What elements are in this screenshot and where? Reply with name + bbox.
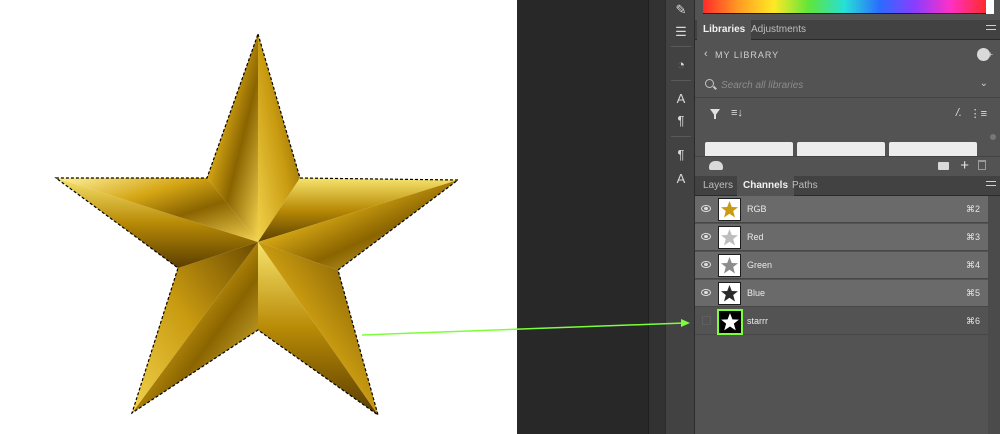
- library-thumbnails: [705, 138, 988, 156]
- channel-name: Red: [747, 232, 764, 242]
- library-search: ⌄: [695, 72, 1000, 98]
- search-icon: [705, 79, 714, 88]
- panel-menu-icon[interactable]: [986, 25, 996, 35]
- library-title[interactable]: MY LIBRARY: [715, 50, 779, 60]
- chevron-down-icon[interactable]: ⌄: [980, 78, 988, 89]
- panel-menu-icon[interactable]: [986, 181, 996, 191]
- channels-tabbar: Layers Channels Paths: [695, 176, 1000, 196]
- divider: [671, 80, 691, 81]
- channel-shortcut: ⌘6: [965, 316, 980, 326]
- panel-icon-strip: ✎ ☰ ◔ A ¶ ¶ A: [665, 0, 695, 434]
- gold-star-image: [54, 32, 460, 417]
- workspace-gutter: [517, 0, 665, 434]
- channel-shortcut: ⌘5: [965, 288, 980, 298]
- channel-thumbnail: [717, 309, 743, 335]
- history-icon[interactable]: ◔: [669, 55, 693, 75]
- channel-name: starrr: [747, 316, 768, 326]
- tab-libraries[interactable]: Libraries: [697, 20, 752, 40]
- right-panels: Libraries Adjustments ‹ MY LIBRARY ⌄ ≡↓ …: [695, 0, 1000, 434]
- channel-shortcut: ⌘4: [965, 260, 980, 270]
- edit-icon[interactable]: /.: [956, 107, 962, 119]
- channel-row-red[interactable]: Red ⌘3: [695, 224, 988, 251]
- trash-icon[interactable]: [978, 160, 986, 170]
- add-icon[interactable]: +: [960, 157, 969, 174]
- library-asset[interactable]: [705, 142, 793, 156]
- channel-thumbnail: [718, 254, 741, 277]
- back-chevron-icon[interactable]: ‹: [704, 48, 708, 60]
- panel-collapse-strip[interactable]: [648, 0, 665, 434]
- add-user-icon[interactable]: [977, 48, 993, 61]
- channels-list: RGB ⌘2 Red ⌘3 Green ⌘4 Blue ⌘5 starrr ⌘6: [695, 196, 1000, 434]
- character-style-icon[interactable]: A: [669, 169, 693, 189]
- color-swatch-white[interactable]: [986, 0, 994, 14]
- library-footer: +: [695, 156, 1000, 176]
- filter-icon[interactable]: [710, 109, 720, 119]
- photoshop-window: ✎ ☰ ◔ A ¶ ¶ A Libraries Adjustments ‹ MY…: [0, 0, 1000, 434]
- visibility-toggle[interactable]: [702, 316, 711, 325]
- eye-icon[interactable]: [701, 205, 711, 212]
- channel-name: Green: [747, 260, 773, 270]
- folder-icon[interactable]: [938, 162, 949, 170]
- brush-icon[interactable]: ✎: [669, 0, 693, 20]
- cloud-icon: [709, 161, 723, 170]
- library-asset[interactable]: [889, 142, 977, 156]
- type-icon[interactable]: A: [669, 89, 693, 109]
- channel-thumbnail: [718, 226, 741, 249]
- divider: [671, 46, 691, 47]
- library-toolbar: ≡↓ /. ⋮≡: [695, 100, 1000, 130]
- tab-adjustments[interactable]: Adjustments: [745, 20, 812, 40]
- channel-thumbnail: [718, 282, 741, 305]
- search-input[interactable]: [721, 77, 961, 93]
- divider: [671, 136, 691, 137]
- channel-name: RGB: [747, 204, 767, 214]
- panel-scrollbar[interactable]: [988, 196, 1000, 434]
- library-header: ‹ MY LIBRARY: [695, 42, 1000, 68]
- eye-icon[interactable]: [701, 289, 711, 296]
- tab-layers[interactable]: Layers: [697, 176, 739, 196]
- paragraph-icon[interactable]: ¶: [669, 111, 693, 131]
- tab-paths[interactable]: Paths: [786, 176, 824, 196]
- scrollbar-thumb[interactable]: [990, 134, 996, 140]
- library-asset[interactable]: [797, 142, 885, 156]
- channel-row-starrr[interactable]: starrr ⌘6: [695, 308, 988, 335]
- sort-icon[interactable]: ≡↓: [731, 107, 743, 119]
- channel-thumbnail: [718, 198, 741, 221]
- channel-name: Blue: [747, 288, 766, 298]
- document-canvas[interactable]: [0, 0, 517, 434]
- sliders-icon[interactable]: ☰: [669, 22, 693, 42]
- list-view-icon[interactable]: ⋮≡: [970, 107, 987, 120]
- eye-icon[interactable]: [701, 261, 711, 268]
- channel-row-rgb[interactable]: RGB ⌘2: [695, 196, 988, 223]
- channel-shortcut: ⌘2: [965, 204, 980, 214]
- libraries-tabbar: Libraries Adjustments: [695, 20, 1000, 40]
- channel-row-green[interactable]: Green ⌘4: [695, 252, 988, 279]
- color-spectrum[interactable]: [703, 0, 986, 14]
- channel-shortcut: ⌘3: [965, 232, 980, 242]
- paragraph-style-icon[interactable]: ¶: [669, 145, 693, 165]
- channel-row-blue[interactable]: Blue ⌘5: [695, 280, 988, 307]
- eye-icon[interactable]: [701, 233, 711, 240]
